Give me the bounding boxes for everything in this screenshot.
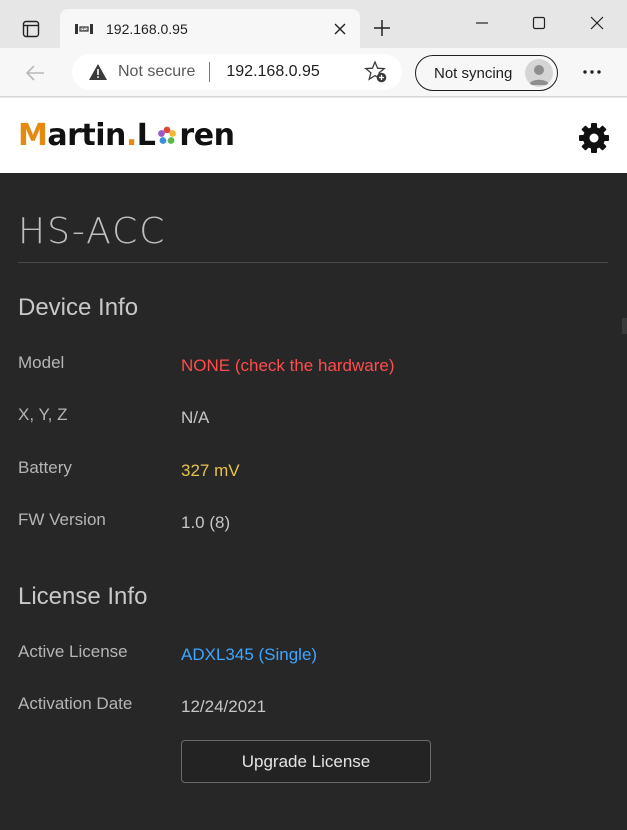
browser-tab[interactable]: HS 192.168.0.95 bbox=[60, 9, 360, 48]
avatar bbox=[525, 59, 553, 87]
tab-strip: HS 192.168.0.95 bbox=[0, 0, 627, 48]
model-value: NONE (check the hardware) bbox=[181, 356, 395, 375]
address-separator bbox=[209, 62, 211, 82]
logo-text-ren: ren bbox=[179, 118, 235, 153]
address-bar[interactable]: Not secure 192.168.0.95 bbox=[72, 54, 402, 90]
flower-icon bbox=[158, 126, 177, 144]
maximize-icon bbox=[532, 16, 546, 30]
arrow-left-icon bbox=[25, 65, 44, 81]
license-info-heading: License Info bbox=[18, 583, 148, 610]
tab-title: 192.168.0.95 bbox=[106, 20, 188, 37]
plus-icon bbox=[374, 20, 390, 36]
warning-icon[interactable] bbox=[88, 62, 108, 82]
battery-value: 327 mV bbox=[181, 461, 240, 480]
active-license-link[interactable]: ADXL345 (Single) bbox=[181, 645, 317, 665]
activation-date-label: Activation Date bbox=[18, 694, 133, 713]
martin-loren-logo[interactable]: Martin. L ren bbox=[18, 118, 235, 154]
fw-version-value: 1.0 (8) bbox=[181, 513, 231, 532]
svg-text:HS: HS bbox=[81, 26, 87, 31]
new-tab-button[interactable] bbox=[368, 14, 396, 42]
page-title: HS-ACC bbox=[18, 211, 167, 252]
more-options-button[interactable] bbox=[578, 60, 606, 84]
logo-text-artin: artin bbox=[47, 118, 126, 153]
scrollbar-thumb[interactable] bbox=[622, 318, 627, 334]
minimize-button[interactable] bbox=[462, 8, 502, 38]
site-header: Martin. L ren bbox=[0, 98, 627, 173]
xyz-label: X, Y, Z bbox=[18, 405, 68, 424]
close-icon bbox=[334, 23, 346, 34]
title-divider bbox=[18, 262, 608, 263]
browser-toolbar: Not secure 192.168.0.95 Not syncing bbox=[0, 48, 627, 97]
person-icon bbox=[529, 65, 549, 85]
window-close-button[interactable] bbox=[577, 8, 617, 38]
hs-favicon-icon: HS bbox=[74, 21, 94, 37]
active-license-label: Active License bbox=[18, 642, 128, 661]
tab-actions-icon bbox=[22, 20, 40, 38]
maximize-button[interactable] bbox=[519, 8, 559, 38]
activation-date-value: 12/24/2021 bbox=[181, 697, 267, 716]
ellipsis-icon bbox=[583, 70, 601, 74]
url-text[interactable]: 192.168.0.95 bbox=[226, 63, 362, 81]
xyz-value: N/A bbox=[181, 408, 210, 427]
back-button[interactable] bbox=[20, 58, 50, 88]
main-content: HS-ACC Device Info Model NONE (check the… bbox=[0, 173, 627, 830]
gear-icon[interactable] bbox=[578, 122, 610, 154]
star-plus-icon bbox=[364, 60, 387, 83]
security-status-label[interactable]: Not secure bbox=[118, 63, 195, 81]
battery-label: Battery bbox=[18, 458, 72, 477]
upgrade-license-button[interactable]: Upgrade License bbox=[181, 740, 431, 783]
logo-letter-l: L bbox=[136, 118, 156, 153]
model-label: Model bbox=[18, 353, 65, 372]
fw-version-label: FW Version bbox=[18, 510, 106, 529]
logo-dot: . bbox=[125, 118, 137, 153]
tab-close-button[interactable] bbox=[326, 15, 354, 43]
sync-status-label: Not syncing bbox=[434, 64, 513, 82]
logo-letter-m: M bbox=[18, 118, 48, 153]
close-icon bbox=[590, 16, 604, 30]
tab-actions-button[interactable] bbox=[14, 14, 48, 44]
device-info-heading: Device Info bbox=[18, 294, 139, 321]
profile-sync-button[interactable]: Not syncing bbox=[415, 55, 558, 91]
minimize-icon bbox=[476, 22, 488, 24]
add-favorite-button[interactable] bbox=[362, 58, 390, 86]
